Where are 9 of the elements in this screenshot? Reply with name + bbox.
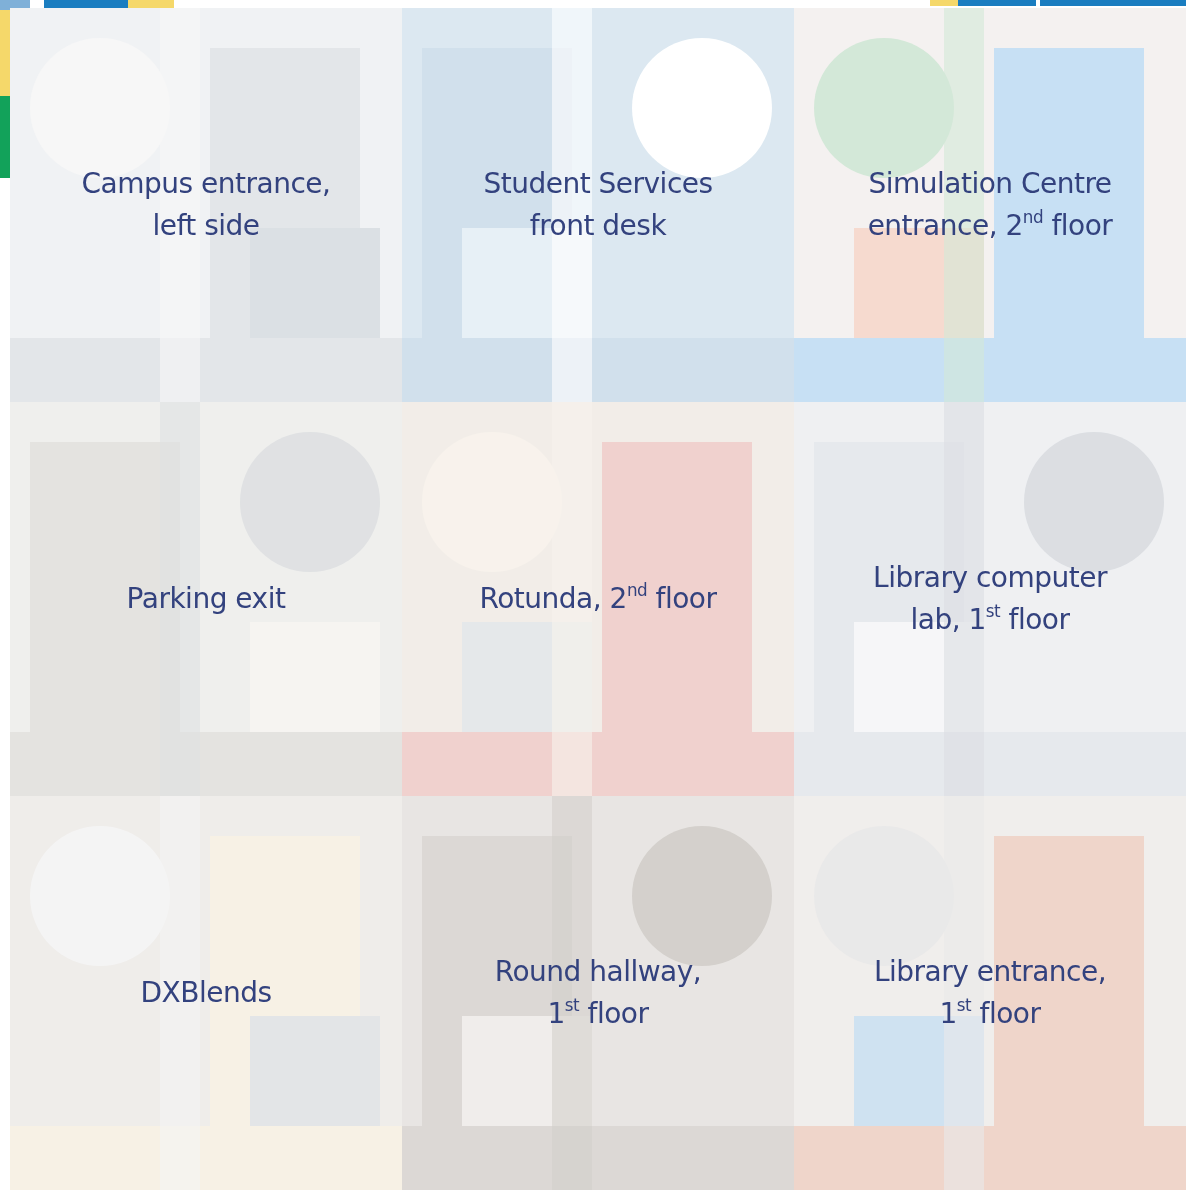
- tile-caption: Parking exit: [126, 581, 286, 617]
- tile-caption: DXBlends: [140, 975, 272, 1011]
- tile-caption: Round hallway, 1$^{st}$ floor: [494, 954, 702, 1032]
- tile-caption: Library computer lab, 1$^{st}$ floor: [873, 560, 1107, 638]
- tile-caption: Simulation Centre entrance, 2$^{nd}$ floor: [867, 166, 1113, 244]
- tile-caption: Campus entrance, left side: [81, 166, 331, 244]
- tile-caption: Rotunda, 2$^{nd}$ floor: [479, 579, 717, 617]
- tile-caption: Library entrance, 1$^{st}$ floor: [873, 954, 1107, 1032]
- tile-caption: Student Services front desk: [483, 166, 713, 244]
